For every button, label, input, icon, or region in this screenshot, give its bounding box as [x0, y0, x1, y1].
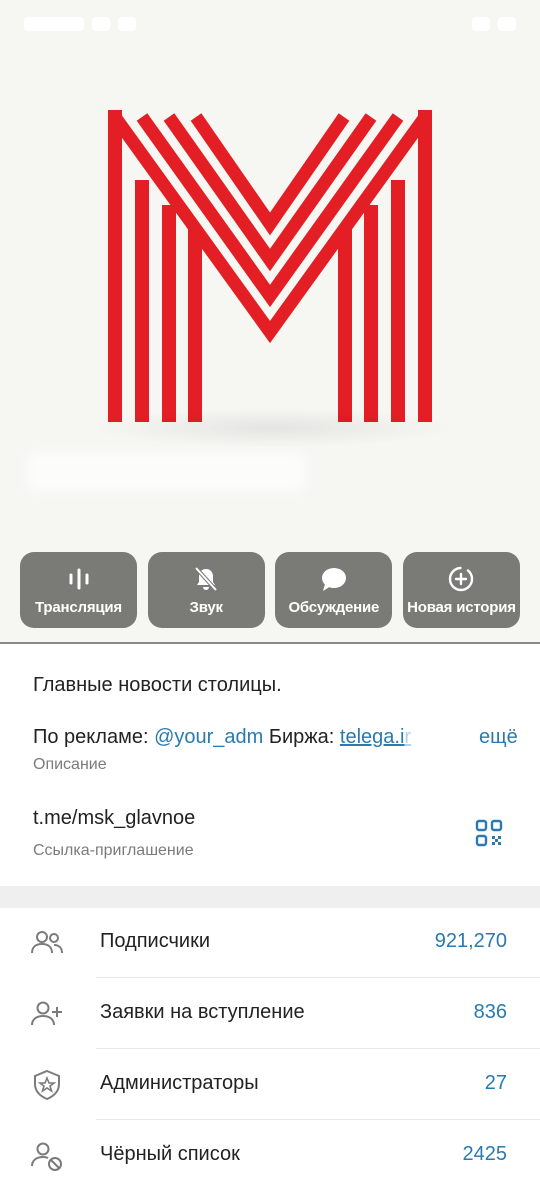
administrators-count: 27 — [484, 1072, 507, 1094]
more-link[interactable]: ещё — [473, 726, 518, 749]
channel-info: Главные новости столицы. По рекламе: @yo… — [0, 644, 540, 886]
new-story-icon — [449, 566, 474, 591]
join-requests-label: Заявки на вступление — [100, 1001, 305, 1023]
subscribers-label: Подписчики — [100, 930, 211, 952]
ad-handle-link[interactable]: @your_adm — [154, 726, 263, 748]
join-requests-row[interactable]: Заявки на вступление 836 — [0, 979, 540, 1049]
subscribers-count: 921,270 — [434, 930, 507, 952]
invite-link[interactable]: t.me/msk_glavnoe — [33, 807, 195, 830]
chat-bubble-icon — [321, 567, 346, 591]
channel-logo-m-icon — [108, 110, 432, 422]
subscribers-row[interactable]: Подписчики 921,270 — [0, 908, 540, 978]
sound-button[interactable]: Звук — [147, 552, 265, 628]
status-bar — [0, 0, 540, 48]
status-notification-icon — [118, 17, 136, 31]
new-story-label: Новая история — [407, 598, 516, 616]
logo-shadow — [88, 408, 458, 448]
broadcast-icon — [69, 568, 88, 589]
description-label: Описание — [33, 756, 107, 773]
blacklist-count: 2425 — [462, 1143, 508, 1165]
channel-cover: Трансляция Звук Обсуждение Новая история — [0, 0, 540, 642]
row-divider — [96, 1119, 540, 1120]
exchange-link[interactable]: telega.ir — [340, 726, 411, 748]
broadcast-label: Трансляция — [35, 598, 122, 616]
exchange-link-fade: r — [404, 726, 412, 748]
discussion-button[interactable]: Обсуждение — [275, 552, 393, 628]
battery-icon — [498, 17, 516, 31]
invite-label: Ссылка-приглашение — [33, 842, 194, 859]
sound-label: Звук — [189, 598, 223, 616]
status-time-icon — [24, 17, 84, 31]
exchange-link-text: telega.i — [339, 726, 405, 748]
broadcast-button[interactable]: Трансляция — [20, 552, 137, 628]
bell-off-icon — [194, 566, 218, 591]
qr-code-icon[interactable] — [474, 818, 504, 848]
subscribers-icon — [31, 931, 63, 954]
row-divider — [96, 977, 540, 978]
blacklist-label: Чёрный список — [100, 1143, 240, 1165]
admin-shield-icon — [34, 1069, 60, 1101]
channel-title-blurred — [26, 452, 306, 492]
administrators-row[interactable]: Администраторы 27 — [0, 1050, 540, 1120]
channel-description: Главные новости столицы. — [33, 674, 282, 696]
administrators-label: Администраторы — [100, 1072, 259, 1094]
signal-icon — [472, 17, 490, 31]
blocked-user-icon — [31, 1142, 62, 1171]
discussion-label: Обсуждение — [288, 598, 380, 616]
row-divider — [96, 1048, 540, 1049]
exchange-prefix: Биржа: — [263, 726, 340, 748]
ad-info-line: По рекламе: @your_adm Биржа: telega.ir е… — [33, 726, 518, 749]
channel-actions: Трансляция Звук Обсуждение Новая история — [20, 552, 520, 628]
new-story-button[interactable]: Новая история — [402, 552, 520, 628]
ad-prefix: По рекламе: — [33, 726, 155, 748]
join-requests-count: 836 — [473, 1001, 507, 1023]
join-requests-icon — [31, 1001, 62, 1026]
section-separator — [0, 886, 540, 908]
blacklist-row[interactable]: Чёрный список 2425 — [0, 1121, 540, 1191]
status-notification-icon — [92, 17, 110, 31]
